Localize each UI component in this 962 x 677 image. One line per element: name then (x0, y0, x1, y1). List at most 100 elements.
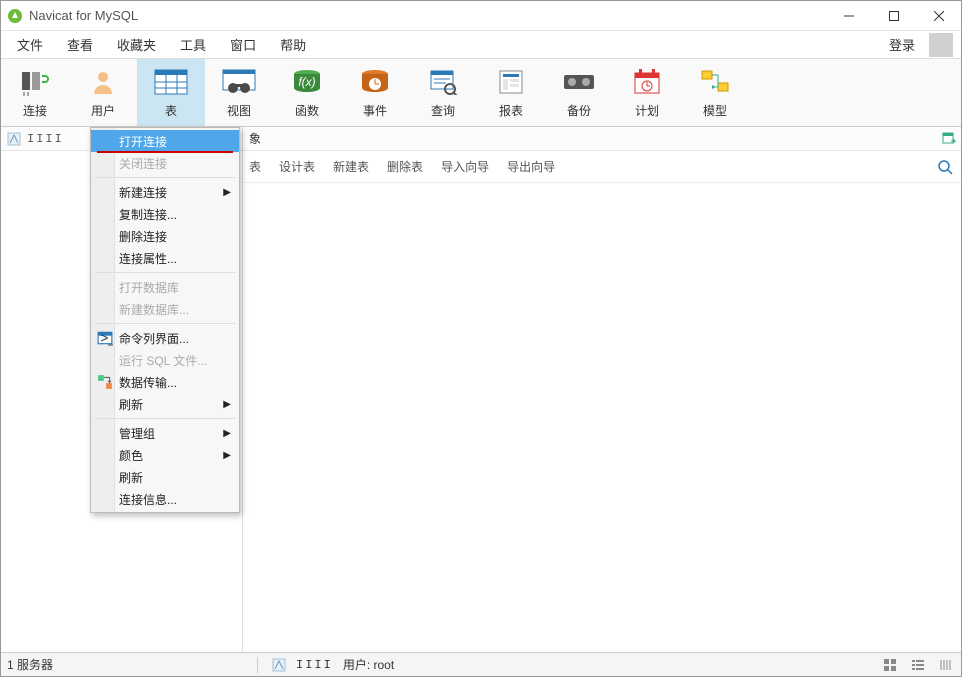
bt-new-table[interactable]: 新建表 (329, 158, 369, 175)
cm-separator (95, 418, 235, 419)
toolbar-model-button[interactable]: 模型 (681, 59, 749, 126)
menu-help[interactable]: 帮助 (268, 31, 318, 58)
main-panel: 象 表 设计表 新建表 (243, 127, 961, 652)
bt-open-table[interactable]: 表 (249, 158, 261, 175)
cm-copy-connection[interactable]: 复制连接... (91, 203, 239, 225)
toolbar-table-button[interactable]: 表 (137, 59, 205, 126)
toolbar-label: 事件 (363, 102, 387, 119)
login-link[interactable]: 登录 (879, 31, 925, 58)
window-maximize-button[interactable] (871, 1, 916, 31)
content-area: IIII 打开连接 关闭连接 新建连接▶ 复制连接... 删除连接 连接属性..… (1, 127, 961, 652)
toolbar-user-button[interactable]: 用户 (69, 59, 137, 126)
toolbar-label: 报表 (499, 102, 523, 119)
titlebar: Navicat for MySQL (1, 1, 961, 31)
app-title: Navicat for MySQL (29, 8, 826, 23)
bt-export-wizard[interactable]: 导出向导 (503, 158, 555, 175)
cm-separator (95, 177, 235, 178)
cm-connection-properties[interactable]: 连接属性... (91, 247, 239, 269)
status-user: 用户: root (343, 656, 394, 673)
status-connection-icon (272, 658, 286, 672)
menu-view[interactable]: 查看 (55, 31, 105, 58)
view-icon (222, 66, 256, 98)
toolbar-query-button[interactable]: 查询 (409, 59, 477, 126)
user-icon (89, 66, 117, 98)
cm-open-connection[interactable]: 打开连接 (91, 130, 239, 152)
cm-refresh-submenu[interactable]: 刷新▶ (91, 393, 239, 415)
avatar-icon[interactable] (929, 33, 953, 57)
toolbar-view-button[interactable]: 视图 (205, 59, 273, 126)
cm-separator (95, 272, 235, 273)
cm-color[interactable]: 颜色▶ (91, 444, 239, 466)
toolbar-report-button[interactable]: 报表 (477, 59, 545, 126)
view-details-button[interactable] (937, 656, 955, 674)
toolbar-label: 备份 (567, 102, 591, 119)
toolbar-label: 模型 (703, 102, 727, 119)
menu-window[interactable]: 窗口 (218, 31, 268, 58)
menu-file[interactable]: 文件 (5, 31, 55, 58)
toolbar-label: 连接 (23, 102, 47, 119)
chevron-right-icon: ▶ (223, 399, 231, 410)
context-menu: 打开连接 关闭连接 新建连接▶ 复制连接... 删除连接 连接属性... 打开数… (90, 127, 240, 513)
cm-refresh[interactable]: 刷新 (91, 466, 239, 488)
schedule-icon (633, 66, 661, 98)
status-connection-name: IIII (296, 658, 333, 672)
connection-icon (7, 132, 21, 146)
view-large-icons-button[interactable] (881, 656, 899, 674)
object-toolbar: 表 设计表 新建表 删除表 导入向导 (243, 151, 961, 183)
window-close-button[interactable] (916, 1, 961, 31)
cm-open-database[interactable]: 打开数据库 (91, 276, 239, 298)
event-icon (360, 66, 390, 98)
model-icon (700, 66, 730, 98)
cm-delete-connection[interactable]: 删除连接 (91, 225, 239, 247)
bt-design-table[interactable]: 设计表 (275, 158, 315, 175)
window-minimize-button[interactable] (826, 1, 871, 31)
cm-new-connection[interactable]: 新建连接▶ (91, 181, 239, 203)
report-icon (496, 66, 526, 98)
menu-tools[interactable]: 工具 (168, 31, 218, 58)
toolbar-label: 计划 (635, 102, 659, 119)
cm-close-connection[interactable]: 关闭连接 (91, 152, 239, 174)
table-icon (154, 66, 188, 98)
cm-separator (95, 323, 235, 324)
chevron-right-icon: ▶ (223, 450, 231, 461)
toolbar-connection-button[interactable]: 连接 (1, 59, 69, 126)
console-icon: >_ (97, 330, 113, 346)
chevron-right-icon: ▶ (223, 187, 231, 198)
toolbar-event-button[interactable]: 事件 (341, 59, 409, 126)
toolbar-function-button[interactable]: f(x) 函数 (273, 59, 341, 126)
toolbar-label: 函数 (295, 102, 319, 119)
bt-delete-table[interactable]: 删除表 (383, 158, 423, 175)
function-icon: f(x) (292, 66, 322, 98)
toolbar-schedule-button[interactable]: 计划 (613, 59, 681, 126)
chevron-right-icon: ▶ (223, 428, 231, 439)
transfer-icon (97, 374, 113, 390)
menu-favorites[interactable]: 收藏夹 (105, 31, 168, 58)
toolbar-backup-button[interactable]: 备份 (545, 59, 613, 126)
status-server-count: 1 服务器 (7, 656, 53, 673)
view-list-button[interactable] (909, 656, 927, 674)
cm-run-sql-file[interactable]: 运行 SQL 文件... (91, 349, 239, 371)
toolbar-label: 视图 (227, 102, 251, 119)
statusbar: 1 服务器 IIII 用户: root (1, 652, 961, 676)
search-icon[interactable] (937, 159, 953, 175)
cm-manage-group[interactable]: 管理组▶ (91, 422, 239, 444)
svg-text:>_: >_ (100, 331, 113, 346)
backup-icon (562, 66, 596, 98)
sidebar: IIII 打开连接 关闭连接 新建连接▶ 复制连接... 删除连接 连接属性..… (1, 127, 243, 652)
body-area: 表 设计表 新建表 删除表 导入向导 (243, 151, 961, 652)
tab-objects[interactable]: 象 (249, 130, 261, 147)
main-toolbar: 连接 用户 表 视图 f(x) 函数 事件 查询 报表 备份 计划 模型 (1, 59, 961, 127)
svg-text:f(x): f(x) (298, 75, 315, 89)
cm-data-transfer[interactable]: 数据传输... (91, 371, 239, 393)
panel-extra-icon[interactable] (941, 131, 957, 147)
connection-name: IIII (27, 132, 64, 146)
bt-import-wizard[interactable]: 导入向导 (437, 158, 489, 175)
cm-console[interactable]: >_ 命令列界面... (91, 327, 239, 349)
app-logo-icon (7, 8, 23, 24)
cm-new-database[interactable]: 新建数据库... (91, 298, 239, 320)
toolbar-label: 表 (165, 102, 177, 119)
toolbar-label: 用户 (91, 102, 115, 119)
toolbar-label: 查询 (431, 102, 455, 119)
query-icon (428, 66, 458, 98)
cm-connection-info[interactable]: 连接信息... (91, 488, 239, 510)
